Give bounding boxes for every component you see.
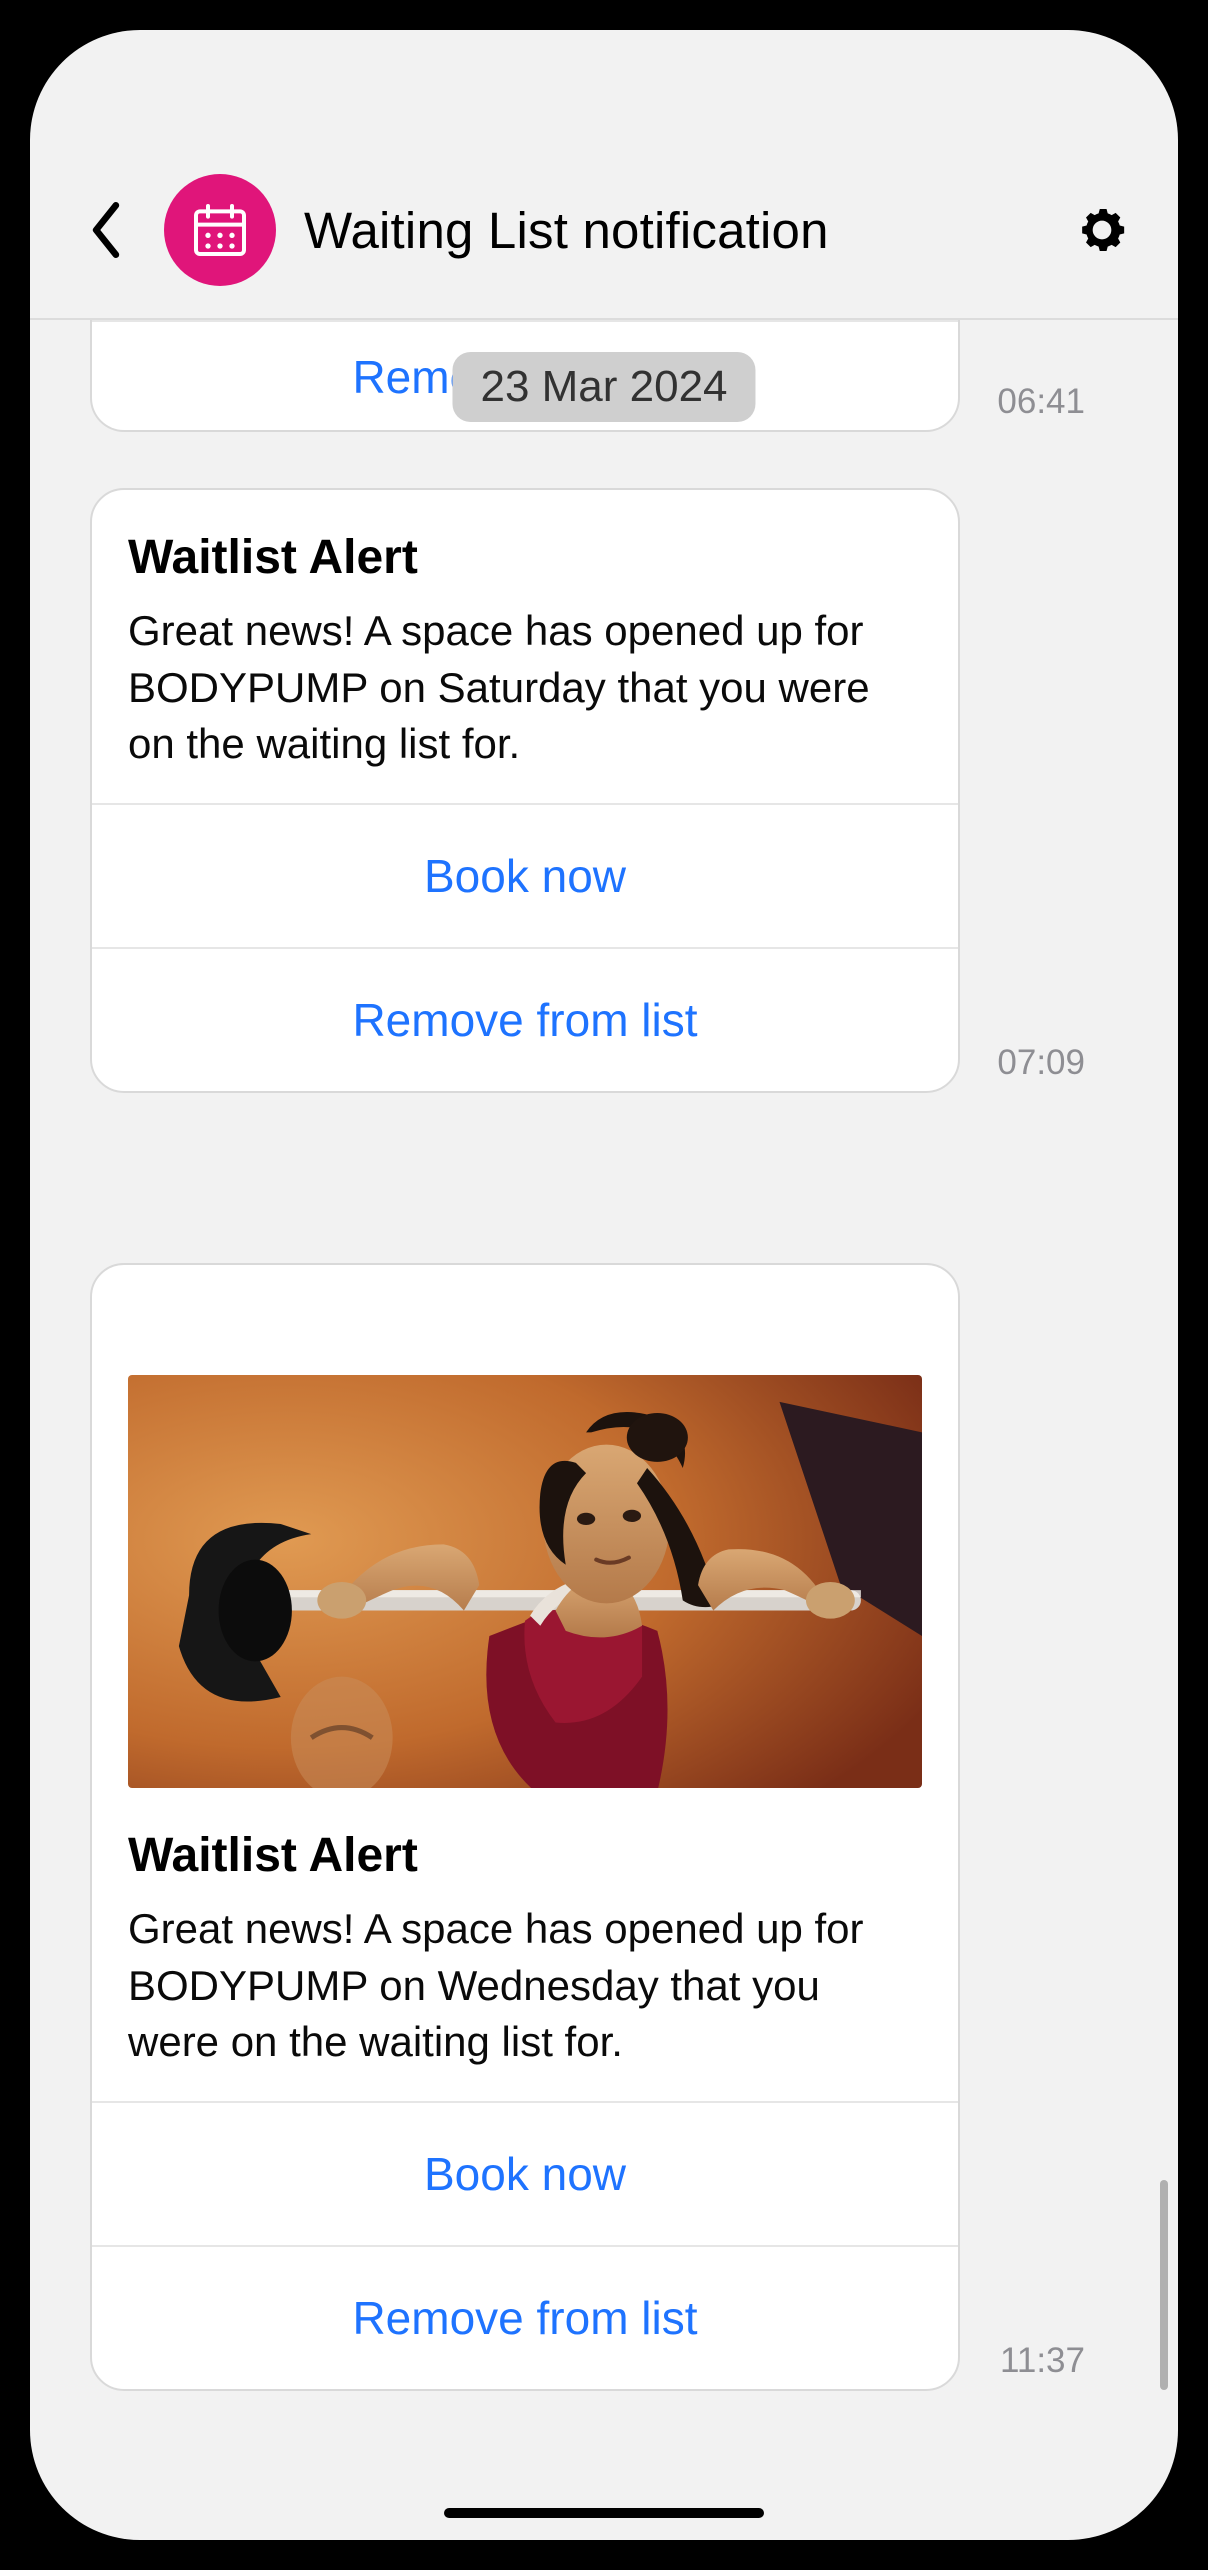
calendar-icon (188, 198, 252, 262)
home-indicator[interactable] (444, 2508, 764, 2518)
screen: Waiting List notification 23 Mar 2024 Re… (30, 30, 1178, 2540)
settings-button[interactable] (1072, 200, 1132, 260)
date-pill: 23 Mar 2024 (452, 352, 755, 422)
gear-icon (1074, 202, 1130, 258)
book-now-button[interactable]: Book now (92, 803, 958, 947)
message-body: Great news! A space has opened up for BO… (128, 603, 922, 773)
remove-from-list-button[interactable]: Remove from list (92, 2245, 958, 2389)
page-title: Waiting List notification (304, 201, 1044, 260)
message-timestamp: 11:37 (1000, 2341, 1085, 2381)
book-now-button[interactable]: Book now (92, 2101, 958, 2245)
chevron-left-icon (88, 202, 124, 258)
message-hero-image (128, 1375, 922, 1788)
remove-from-list-button[interactable]: Remove from list (92, 947, 958, 1091)
message-body: Great news! A space has opened up for BO… (128, 1901, 922, 2071)
message-card: Waitlist Alert Great news! A space has o… (90, 488, 960, 1093)
app-badge (164, 174, 276, 286)
header-bar: Waiting List notification (30, 30, 1178, 320)
device-frame: Waiting List notification 23 Mar 2024 Re… (0, 0, 1208, 2570)
message-title: Waitlist Alert (128, 530, 922, 585)
message-feed[interactable]: 23 Mar 2024 Remove from list 06:41 Waitl… (30, 320, 1178, 2540)
message-card: Waitlist Alert Great news! A space has o… (90, 1263, 960, 2391)
message-timestamp: 07:09 (997, 1043, 1085, 1083)
message-timestamp: 06:41 (997, 382, 1085, 422)
scrollbar[interactable] (1160, 2180, 1168, 2390)
back-button[interactable] (76, 200, 136, 260)
message-title: Waitlist Alert (128, 1828, 922, 1883)
